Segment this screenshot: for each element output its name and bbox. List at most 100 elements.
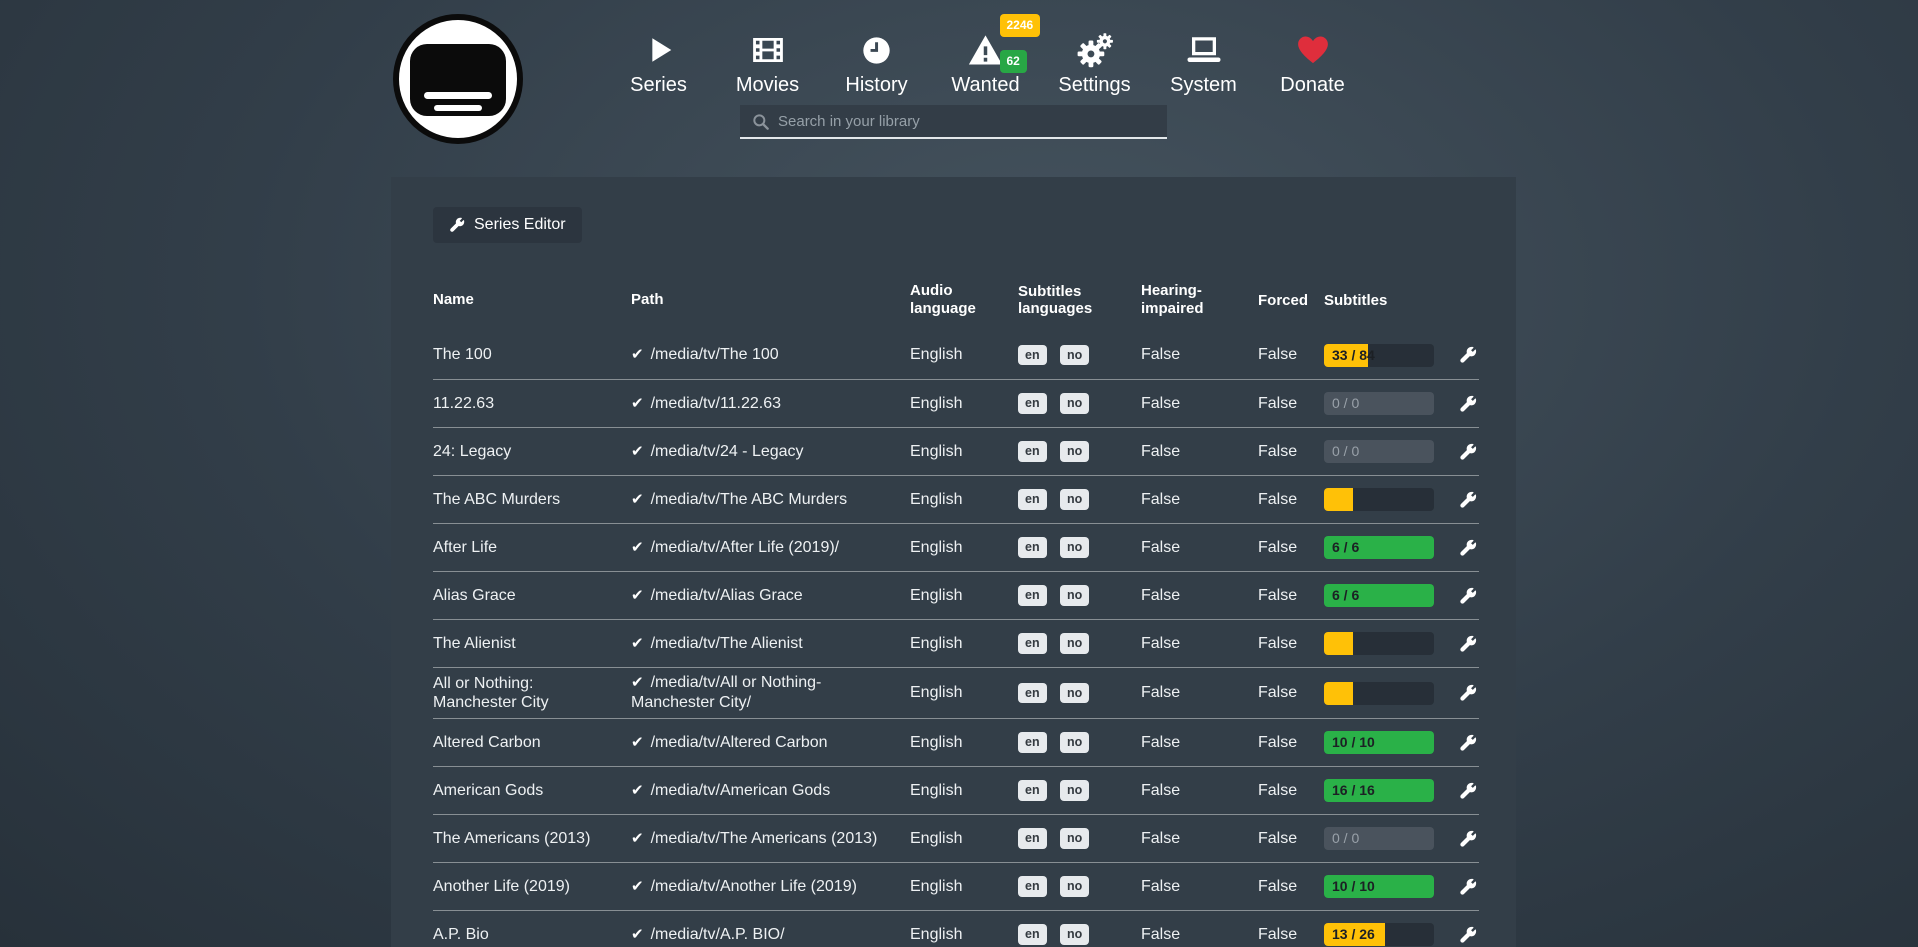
forced-value: False — [1258, 926, 1324, 944]
edit-series-button[interactable] — [1459, 684, 1483, 702]
subtitles-languages: en no — [1018, 441, 1141, 462]
wrench-icon — [1459, 539, 1477, 557]
series-name: After Life — [433, 538, 631, 557]
forced-value: False — [1258, 782, 1324, 800]
subtitles-languages: en no — [1018, 585, 1141, 606]
audio-language: English — [910, 733, 1018, 752]
wrench-icon — [1459, 926, 1477, 944]
subtitles-progress: 0 / 0 — [1324, 392, 1434, 415]
hearing-impaired-value: False — [1141, 925, 1258, 944]
nav-item-settings[interactable]: Settings — [1040, 29, 1149, 97]
series-editor-panel: Series Editor Name Path Audio language S… — [391, 177, 1516, 947]
progress-text: 0 / 0 — [1332, 440, 1359, 463]
table-row: All or Nothing: Manchester City ✔/media/… — [433, 667, 1479, 718]
edit-series-button[interactable] — [1459, 395, 1483, 413]
hearing-impaired-value: False — [1141, 733, 1258, 752]
edit-series-button[interactable] — [1459, 878, 1483, 896]
logo-tv-screen — [410, 44, 506, 116]
subtitles-languages: en no — [1018, 537, 1141, 558]
language-badge: en — [1018, 537, 1047, 558]
edit-series-button[interactable] — [1459, 734, 1483, 752]
wrench-icon — [1459, 684, 1477, 702]
edit-series-button[interactable] — [1459, 782, 1483, 800]
check-icon: ✔ — [631, 782, 644, 799]
series-path: ✔/media/tv/The 100 — [631, 345, 910, 365]
edit-series-button[interactable] — [1459, 346, 1483, 364]
subtitles-cell — [1324, 488, 1459, 511]
series-name: 24: Legacy — [433, 442, 631, 461]
edit-series-button[interactable] — [1459, 830, 1483, 848]
subtitles-progress: 6 / 6 — [1324, 536, 1434, 559]
wrench-icon — [449, 217, 465, 233]
progress-fill — [1324, 488, 1353, 511]
check-icon: ✔ — [631, 674, 644, 691]
search-input[interactable] — [740, 105, 1167, 137]
language-badge: no — [1060, 585, 1089, 606]
wrench-icon — [1459, 830, 1477, 848]
header-subtitles: Subtitles — [1324, 292, 1459, 309]
table-row: The 100 ✔/media/tv/The 100 English en no… — [433, 331, 1479, 379]
series-name: Altered Carbon — [433, 733, 631, 752]
subtitles-progress: 13 / 26 — [1324, 923, 1434, 946]
audio-language: English — [910, 442, 1018, 461]
check-icon: ✔ — [631, 443, 644, 460]
edit-series-button[interactable] — [1459, 926, 1483, 944]
edit-series-button[interactable] — [1459, 635, 1483, 653]
edit-series-button[interactable] — [1459, 491, 1483, 509]
table-row: The Americans (2013) ✔/media/tv/The Amer… — [433, 814, 1479, 862]
forced-value: False — [1258, 539, 1324, 557]
bazarr-logo[interactable] — [393, 14, 523, 144]
progress-text: 13 / 26 — [1332, 923, 1375, 946]
audio-language: English — [910, 634, 1018, 653]
main-nav: Series Movies History Wanted 2246 62 — [604, 29, 1367, 97]
progress-text: 0 / 0 — [1332, 392, 1359, 415]
series-name: A.P. Bio — [433, 925, 631, 944]
path-text: /media/tv/Alias Grace — [651, 587, 803, 604]
hearing-impaired-value: False — [1141, 345, 1258, 364]
series-name: 11.22.63 — [433, 394, 631, 413]
nav-item-wanted[interactable]: Wanted 2246 62 — [931, 29, 1040, 97]
hearing-impaired-value: False — [1141, 586, 1258, 605]
subtitles-languages: en no — [1018, 780, 1141, 801]
forced-value: False — [1258, 491, 1324, 509]
subtitles-cell: 16 / 16 — [1324, 779, 1459, 802]
nav-item-series[interactable]: Series — [604, 29, 713, 97]
edit-series-button[interactable] — [1459, 587, 1483, 605]
language-badge: en — [1018, 732, 1047, 753]
language-badge: no — [1060, 876, 1089, 897]
edit-series-button[interactable] — [1459, 539, 1483, 557]
subtitles-cell: 10 / 10 — [1324, 731, 1459, 754]
language-badge: no — [1060, 345, 1089, 366]
series-name: Alias Grace — [433, 586, 631, 605]
wrench-icon — [1459, 734, 1477, 752]
language-badge: no — [1060, 441, 1089, 462]
nav-item-donate[interactable]: Donate — [1258, 29, 1367, 97]
nav-label: Movies — [713, 74, 822, 97]
language-badge: no — [1060, 537, 1089, 558]
subtitles-progress: 10 / 10 — [1324, 875, 1434, 898]
language-badge: en — [1018, 683, 1047, 704]
series-name: All or Nothing: Manchester City — [433, 674, 631, 712]
forced-value: False — [1258, 395, 1324, 413]
edit-series-button[interactable] — [1459, 443, 1483, 461]
subtitles-progress: 6 / 6 — [1324, 584, 1434, 607]
check-icon: ✔ — [631, 346, 644, 363]
path-text: /media/tv/11.22.63 — [651, 395, 781, 412]
film-icon — [713, 29, 822, 71]
table-row: The Alienist ✔/media/tv/The Alienist Eng… — [433, 619, 1479, 667]
path-text: /media/tv/Another Life (2019) — [651, 878, 857, 895]
nav-item-system[interactable]: System — [1149, 29, 1258, 97]
series-editor-label: Series Editor — [474, 216, 566, 234]
subtitles-progress: 33 / 84 — [1324, 344, 1434, 367]
subtitles-languages: en no — [1018, 876, 1141, 897]
nav-item-movies[interactable]: Movies — [713, 29, 822, 97]
check-icon: ✔ — [631, 539, 644, 556]
series-editor-button[interactable]: Series Editor — [433, 207, 582, 243]
check-icon: ✔ — [631, 734, 644, 751]
nav-item-history[interactable]: History — [822, 29, 931, 97]
wanted-movies-badge: 62 — [1000, 50, 1027, 73]
table-row: 11.22.63 ✔/media/tv/11.22.63 English en … — [433, 379, 1479, 427]
path-text: /media/tv/All or Nothing- Manchester Cit… — [631, 674, 821, 711]
search-icon — [751, 112, 771, 132]
language-badge: en — [1018, 633, 1047, 654]
